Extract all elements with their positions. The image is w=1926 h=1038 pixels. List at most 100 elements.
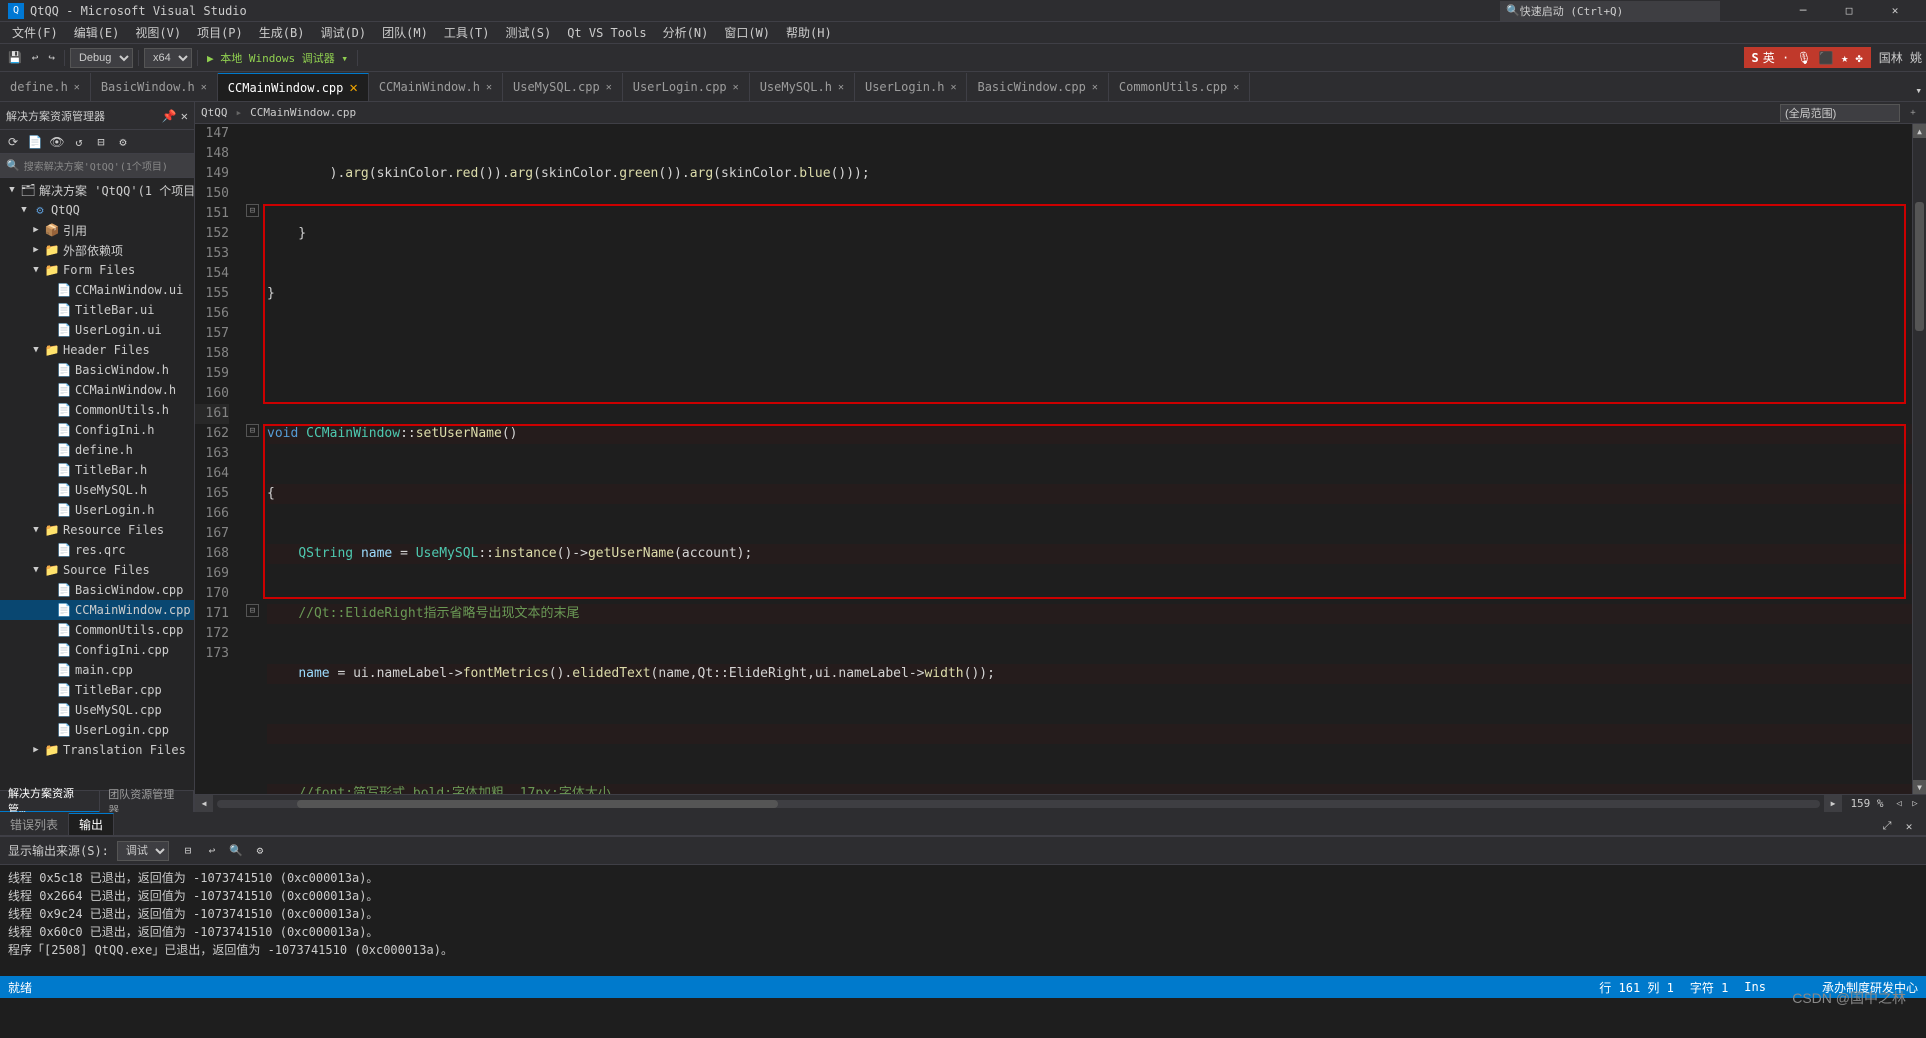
tree-solution[interactable]: ▼ 🗂 解决方案 'QtQQ'(1 个项目)	[0, 180, 194, 200]
hscroll-thumb[interactable]	[297, 800, 778, 808]
tree-basicwindow-h[interactable]: 📄 BasicWindow.h	[0, 360, 194, 380]
tab-close-basicwindow-cpp[interactable]: ✕	[1092, 82, 1098, 93]
expand-form-files[interactable]: ▼	[28, 262, 44, 278]
expand-references[interactable]: ▶	[28, 222, 44, 238]
tab-close-usemysql-cpp[interactable]: ✕	[606, 82, 612, 93]
sidebar-close-icon[interactable]: ✕	[181, 109, 188, 123]
menu-edit[interactable]: 编辑(E)	[66, 22, 128, 43]
sidebar-tab-solution[interactable]: 解决方案资源管…	[0, 791, 100, 813]
expand-external-deps[interactable]: ▶	[28, 242, 44, 258]
tab-usemysql-cpp[interactable]: UseMySQL.cpp ✕	[503, 73, 623, 101]
tab-usemysql-h[interactable]: UseMySQL.h ✕	[750, 73, 855, 101]
expand-solution[interactable]: ▼	[4, 182, 20, 198]
tab-close-define-h[interactable]: ✕	[74, 82, 80, 93]
tree-ccmainwindow-cpp[interactable]: 📄 CCMainWindow.cpp	[0, 600, 194, 620]
tab-commonutils-cpp[interactable]: CommonUtils.cpp ✕	[1109, 73, 1250, 101]
output-wrap-btn[interactable]: ↩	[201, 840, 223, 862]
tree-basicwindow-cpp[interactable]: 📄 BasicWindow.cpp	[0, 580, 194, 600]
output-source-select[interactable]: 调试	[117, 841, 169, 861]
expand-translation-files[interactable]: ▶	[28, 742, 44, 758]
expand-qtqq[interactable]: ▼	[16, 202, 32, 218]
menu-qt[interactable]: Qt VS Tools	[559, 24, 654, 42]
tree-commonutils-h[interactable]: 📄 CommonUtils.h	[0, 400, 194, 420]
expand-resource-files[interactable]: ▼	[28, 522, 44, 538]
run-button[interactable]: ▶ 本地 Windows 调试器 ▾	[203, 47, 352, 69]
menu-help[interactable]: 帮助(H)	[778, 22, 840, 43]
tree-translation-files[interactable]: ▶ 📁 Translation Files	[0, 740, 194, 760]
tree-usemysql-h[interactable]: 📄 UseMySQL.h	[0, 480, 194, 500]
tree-external-deps[interactable]: ▶ 📁 外部依赖项	[0, 240, 194, 260]
menu-team[interactable]: 团队(M)	[374, 22, 436, 43]
bottom-tab-errors[interactable]: 错误列表	[0, 813, 69, 835]
menu-debug[interactable]: 调试(D)	[312, 22, 374, 43]
bottom-panel-close-btn[interactable]: ✕	[1900, 817, 1918, 835]
output-clear-btn[interactable]: ⊟	[177, 840, 199, 862]
menu-view[interactable]: 视图(V)	[127, 22, 189, 43]
sidebar-search[interactable]: 🔍 搜索解决方案'QtQQ'(1个项目)	[0, 154, 194, 178]
toolbar-save[interactable]: 💾	[4, 47, 26, 69]
menu-test[interactable]: 测试(S)	[498, 22, 560, 43]
bottom-panel-float-btn[interactable]: ⤢	[1878, 817, 1896, 835]
tab-close-ccmainwindow-h[interactable]: ✕	[486, 82, 492, 93]
tree-configini-cpp[interactable]: 📄 ConfigIni.cpp	[0, 640, 194, 660]
vertical-scrollbar[interactable]: ▲ ▼	[1912, 124, 1926, 794]
sidebar-show-all-btn[interactable]: 👁	[46, 131, 68, 153]
tree-res-qrc[interactable]: 📄 res.qrc	[0, 540, 194, 560]
tree-userlogin-ui[interactable]: 📄 UserLogin.ui	[0, 320, 194, 340]
menu-build[interactable]: 生成(B)	[251, 22, 313, 43]
code-content[interactable]: ).arg(skinColor.red()).arg(skinColor.gre…	[263, 124, 1912, 794]
menu-project[interactable]: 项目(P)	[189, 22, 251, 43]
sogou-input[interactable]: S 英 · 🎙 ⬛ ★ ✤	[1744, 47, 1871, 68]
tab-ccmainwindow-cpp[interactable]: CCMainWindow.cpp ✕	[218, 73, 369, 101]
tab-overflow[interactable]: ▾	[1911, 79, 1926, 101]
tree-titlebar-h[interactable]: 📄 TitleBar.h	[0, 460, 194, 480]
tree-userlogin-cpp[interactable]: 📄 UserLogin.cpp	[0, 720, 194, 740]
sidebar-collapse-btn[interactable]: ⊟	[90, 131, 112, 153]
tab-basicwindow-h[interactable]: BasicWindow.h ✕	[91, 73, 218, 101]
tree-form-files[interactable]: ▼ 📁 Form Files	[0, 260, 194, 280]
scroll-thumb[interactable]	[1915, 202, 1924, 330]
maximize-button[interactable]: □	[1826, 0, 1872, 22]
output-settings-btn[interactable]: ⚙	[249, 840, 271, 862]
tree-header-files[interactable]: ▼ 📁 Header Files	[0, 340, 194, 360]
sidebar-pin-icon[interactable]: 📌	[162, 109, 177, 123]
tree-titlebar-cpp[interactable]: 📄 TitleBar.cpp	[0, 680, 194, 700]
tab-close-userlogin-h[interactable]: ✕	[950, 82, 956, 93]
sidebar-sync-btn[interactable]: ⟳	[2, 131, 24, 153]
menu-tools[interactable]: 工具(T)	[436, 22, 498, 43]
prev-change-btn[interactable]: ◁	[1892, 797, 1906, 811]
tree-configini-h[interactable]: 📄 ConfigIni.h	[0, 420, 194, 440]
hscroll-right-btn[interactable]: ▶	[1824, 795, 1842, 813]
tree-commonutils-cpp[interactable]: 📄 CommonUtils.cpp	[0, 620, 194, 640]
close-button[interactable]: ✕	[1872, 0, 1918, 22]
collapse-function2[interactable]: ⊟	[246, 424, 259, 437]
sidebar-refresh-btn[interactable]: ↺	[68, 131, 90, 153]
debug-config-dropdown[interactable]: Debug	[70, 48, 133, 68]
tree-ccmainwindow-ui[interactable]: 📄 CCMainWindow.ui	[0, 280, 194, 300]
tree-userlogin-h[interactable]: 📄 UserLogin.h	[0, 500, 194, 520]
title-search[interactable]: 🔍 快速启动 (Ctrl+Q)	[1500, 1, 1720, 21]
next-change-btn[interactable]: ▷	[1908, 797, 1922, 811]
minimize-button[interactable]: ─	[1780, 0, 1826, 22]
toolbar-undo[interactable]: ↩	[28, 47, 43, 69]
expand-source-files[interactable]: ▼	[28, 562, 44, 578]
tab-userlogin-cpp[interactable]: UserLogin.cpp ✕	[623, 73, 750, 101]
menu-file[interactable]: 文件(F)	[4, 22, 66, 43]
scope-filter[interactable]	[1780, 104, 1900, 122]
collapse-function1[interactable]: ⊟	[246, 204, 259, 217]
scroll-up-btn[interactable]: ▲	[1913, 124, 1926, 138]
tree-resource-files[interactable]: ▼ 📁 Resource Files	[0, 520, 194, 540]
output-find-btn[interactable]: 🔍	[225, 840, 247, 862]
tab-close-userlogin-cpp[interactable]: ✕	[733, 82, 739, 93]
bottom-tab-output[interactable]: 输出	[69, 813, 114, 835]
scroll-down-btn[interactable]: ▼	[1913, 780, 1926, 794]
tree-titlebar-ui[interactable]: 📄 TitleBar.ui	[0, 300, 194, 320]
toolbar-redo[interactable]: ↪	[44, 47, 59, 69]
tree-usemysql-cpp[interactable]: 📄 UseMySQL.cpp	[0, 700, 194, 720]
tab-ccmainwindow-h[interactable]: CCMainWindow.h ✕	[369, 73, 503, 101]
hscroll-track[interactable]	[217, 800, 1820, 808]
sidebar-tab-team[interactable]: 团队资源管理器	[100, 791, 194, 813]
tab-define-h[interactable]: define.h ✕	[0, 73, 91, 101]
collapse-function3[interactable]: ⊟	[246, 604, 259, 617]
tree-ccmainwindow-h[interactable]: 📄 CCMainWindow.h	[0, 380, 194, 400]
